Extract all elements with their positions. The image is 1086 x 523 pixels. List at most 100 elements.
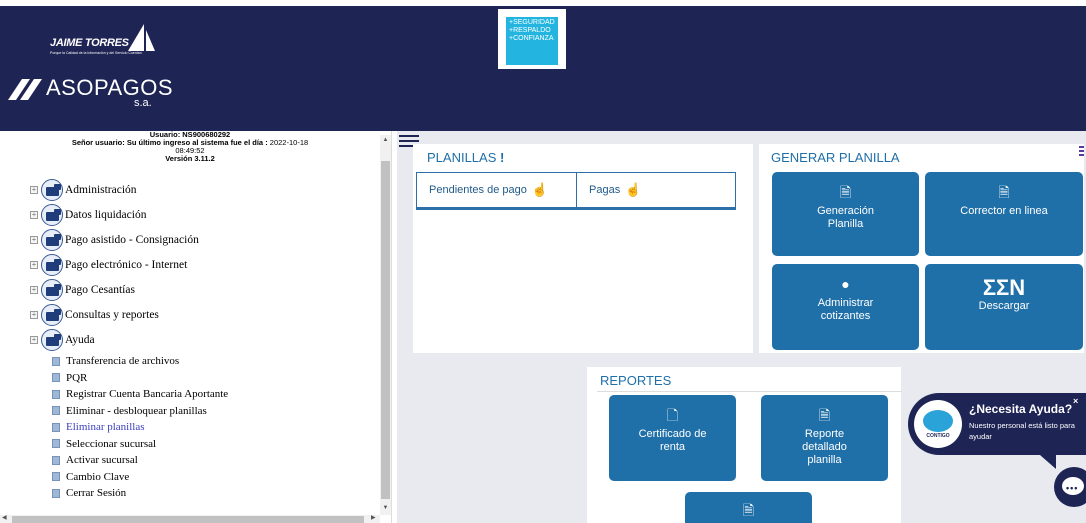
scroll-right-icon[interactable]: ▶ <box>371 514 376 521</box>
menu-link-seleccionar-sucursal[interactable]: Seleccionar sucursal <box>52 436 228 453</box>
contigo-logo: CONTIGO <box>914 400 962 448</box>
main-content: PLANILLAS ! Pendientes de pago ☝ Pagas ☝… <box>397 131 1086 523</box>
certificado-de-renta-button[interactable]: 🗋 Certificado de renta <box>609 395 736 481</box>
menu-link-activar-sucursal[interactable]: Activar sucursal <box>52 452 228 469</box>
tree-item-pago-electronico[interactable]: + Pago electrónico - Internet <box>30 252 199 277</box>
tree-item-label: Datos liquidación <box>65 208 147 221</box>
version-label: Versión 3.11.2 <box>165 154 215 163</box>
session-info: Usuario: NS900680292 Señor usuario: Su ú… <box>0 131 380 163</box>
asopagos-mark-icon <box>8 79 42 100</box>
jaime-torres-name: JAIME TORRES <box>50 37 129 49</box>
corrector-en-linea-button[interactable]: 🗎 Corrector en linea <box>925 172 1083 256</box>
scroll-down-icon[interactable]: ▼ <box>380 505 391 511</box>
tree-item-label: Consultas y reportes <box>65 308 159 321</box>
generacion-planilla-button[interactable]: 🗎 Generación Planilla <box>772 172 919 256</box>
document-icon: 🗋 <box>666 407 679 423</box>
sidebar-vertical-scrollbar[interactable]: ▲ ▼ <box>380 135 391 515</box>
menu-link-transferencia[interactable]: Transferencia de archivos <box>52 353 228 370</box>
tree-item-administracion[interactable]: + Administración <box>30 177 199 202</box>
tree-item-label: Administración <box>65 183 137 196</box>
folder-icon <box>41 303 63 326</box>
administrar-cotizantes-button[interactable]: ● Administrar cotizantes <box>772 264 919 350</box>
expand-icon[interactable]: + <box>30 310 38 319</box>
kebab-menu-icon[interactable] <box>1079 146 1084 158</box>
folder-icon <box>41 253 63 276</box>
security-banner-text: +SEGURIDAD +RESPALDO +CONFIANZA <box>506 17 558 65</box>
expand-icon[interactable]: + <box>30 285 38 294</box>
expand-icon[interactable]: + <box>30 210 38 219</box>
scrollbar-thumb[interactable] <box>381 161 390 499</box>
planillas-tabs: Pendientes de pago ☝ Pagas ☝ <box>416 172 736 210</box>
tree-item-label: Pago Cesantías <box>65 283 135 296</box>
pointing-hand-icon: ☝ <box>531 182 549 197</box>
scroll-up-icon[interactable]: ▲ <box>380 137 391 143</box>
tree-item-label: Pago electrónico - Internet <box>65 258 188 271</box>
expand-icon[interactable]: + <box>30 235 38 244</box>
menu-link-eliminar-planillas[interactable]: Eliminar planillas <box>52 419 228 436</box>
menu-link-registrar-cuenta[interactable]: Registrar Cuenta Bancaria Aportante <box>52 386 228 403</box>
jaime-torres-logo: JAIME TORRES Porque la Calidad de la Inf… <box>34 24 164 66</box>
person-icon: ● <box>841 276 850 292</box>
tree-item-label: Ayuda <box>65 333 95 346</box>
tree-item-datos-liquidacion[interactable]: + Datos liquidación <box>30 202 199 227</box>
document-icon <box>52 406 60 416</box>
scroll-left-icon[interactable]: ◀ <box>2 514 7 521</box>
help-widget[interactable]: CONTIGO ¿Necesita Ayuda? Nuestro persona… <box>908 393 1086 455</box>
tab-pendientes-de-pago[interactable]: Pendientes de pago ☝ <box>417 173 577 207</box>
expand-icon[interactable]: + <box>30 185 38 194</box>
asopagos-name: ASOPAGOS <box>46 75 174 100</box>
tab-pagas[interactable]: Pagas ☝ <box>577 173 641 207</box>
descargar-button[interactable]: ΣΣN Descargar <box>925 264 1083 350</box>
expand-icon[interactable]: + <box>30 260 38 269</box>
divider <box>597 391 902 392</box>
header-bar: JAIME TORRES Porque la Calidad de la Inf… <box>0 0 1086 131</box>
generar-planilla-panel: GENERAR PLANILLA 🗎 Generación Planilla 🗎… <box>759 144 1084 353</box>
alert-icon: ! <box>500 150 505 165</box>
document-icon <box>52 422 60 432</box>
help-text: Nuestro personal está listo para ayudar <box>969 421 1075 441</box>
planillas-title: PLANILLAS ! <box>427 150 505 165</box>
help-bubble-tail <box>1040 455 1056 469</box>
folder-icon <box>41 328 63 351</box>
tree-item-ayuda[interactable]: + Ayuda <box>30 327 199 352</box>
reporte-detallado-planilla-button[interactable]: 🗎 Reporte detallado planilla <box>761 395 888 481</box>
generar-planilla-title: GENERAR PLANILLA <box>771 150 900 165</box>
menu-link-cambio-clave[interactable]: Cambio Clave <box>52 469 228 486</box>
chat-button[interactable]: ••• <box>1054 467 1086 507</box>
close-icon[interactable]: × <box>1073 396 1078 406</box>
document-icon <box>52 373 60 383</box>
pointing-hand-icon: ☝ <box>625 182 642 197</box>
document-icon <box>52 389 60 399</box>
tree-item-pago-asistido[interactable]: + Pago asistido - Consignación <box>30 227 199 252</box>
folder-icon <box>41 278 63 301</box>
folder-icon <box>41 203 63 226</box>
menu-tree: + Administración + Datos liquidación + P… <box>30 177 199 352</box>
folder-icon <box>41 178 63 201</box>
document-icon <box>52 439 60 449</box>
menu-link-cerrar-sesion[interactable]: Cerrar Sesión <box>52 485 228 502</box>
planillas-panel: PLANILLAS ! Pendientes de pago ☝ Pagas ☝ <box>413 144 753 353</box>
reportes-panel: REPORTES 🗋 Certificado de renta 🗎 Report… <box>587 367 902 523</box>
tree-item-pago-cesantias[interactable]: + Pago Cesantías <box>30 277 199 302</box>
scrollbar-thumb[interactable] <box>12 516 364 523</box>
report-tile-partial[interactable]: 🗎 <box>685 492 812 523</box>
tree-item-label: Pago asistido - Consignación <box>65 233 199 246</box>
document-icon: 🗎 <box>742 502 755 518</box>
asopagos-suffix: s.a. <box>134 97 152 109</box>
document-icon <box>52 455 60 465</box>
document-icon <box>52 472 60 482</box>
asopagos-logo: ASOPAGOS s.a. <box>8 73 188 113</box>
help-title: ¿Necesita Ayuda? <box>969 402 1073 416</box>
folder-icon <box>41 228 63 251</box>
document-icon <box>52 488 60 498</box>
menu-link-pqr[interactable]: PQR <box>52 370 228 387</box>
sidebar-horizontal-scrollbar[interactable]: ◀ ▶ <box>0 515 380 523</box>
expand-icon[interactable]: + <box>30 335 38 344</box>
document-icon <box>52 356 60 366</box>
sidebar: Usuario: NS900680292 Señor usuario: Su ú… <box>0 131 392 523</box>
document-icon: 🗎 <box>998 184 1010 200</box>
handshake-icon <box>923 410 953 432</box>
chat-dots-icon: ••• <box>1066 483 1079 493</box>
menu-link-eliminar-desbloquear[interactable]: Eliminar - desbloquear planillas <box>52 403 228 420</box>
tree-item-consultas-reportes[interactable]: + Consultas y reportes <box>30 302 199 327</box>
